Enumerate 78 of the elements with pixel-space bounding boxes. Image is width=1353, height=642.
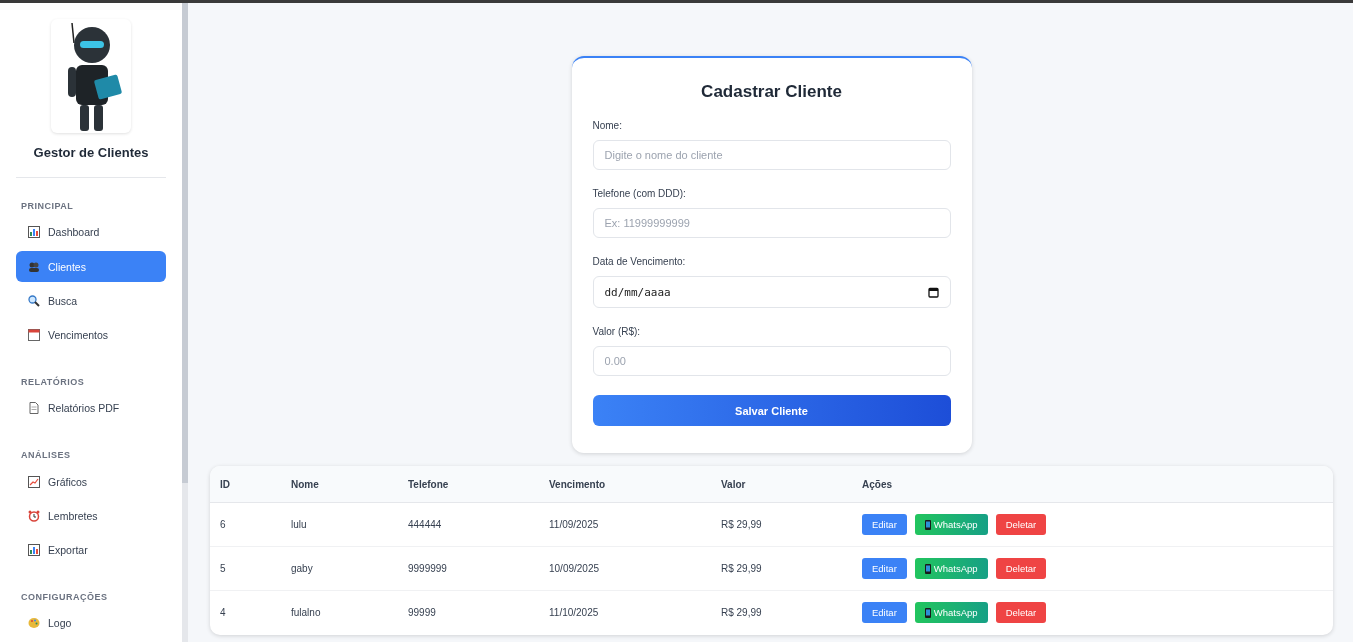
sidebar-item[interactable]: Lembretes xyxy=(16,500,166,532)
column-header: Nome xyxy=(281,466,398,503)
sidebar-item-label: Gráficos xyxy=(48,475,88,488)
bar-chart-icon xyxy=(28,544,40,557)
table-cell: gaby xyxy=(281,546,398,591)
field-label: Nome: xyxy=(592,120,623,131)
sidebar-item-label: Dashboard xyxy=(48,226,100,239)
sidebar-item[interactable]: Relatórios PDF xyxy=(16,392,166,424)
edit-button[interactable]: Editar xyxy=(862,514,907,535)
section-heading: RELATÓRIOS xyxy=(21,376,85,387)
whatsapp-button[interactable]: WhatsApp xyxy=(914,558,988,579)
whatsapp-button[interactable]: WhatsApp xyxy=(914,514,988,535)
palette-icon xyxy=(28,617,40,630)
section-heading: PRINCIPAL xyxy=(21,200,74,211)
sidebar-item-label: Logo xyxy=(48,617,72,630)
table-cell: 11/09/2025 xyxy=(539,502,711,547)
column-header: ID xyxy=(210,466,281,503)
table-cell: R$ 29,99 xyxy=(711,590,852,635)
section-heading: ANÁLISES xyxy=(21,450,71,460)
input-field[interactable]: Ex: 11999999999 xyxy=(592,208,951,238)
field-label: Telefone (com DDD): xyxy=(592,188,687,199)
table-cell: 10/09/2025 xyxy=(539,546,711,591)
people-icon xyxy=(28,260,40,273)
edit-button[interactable]: Editar xyxy=(862,558,907,579)
table-cell: R$ 29,99 xyxy=(711,546,852,591)
section-heading: CONFIGURAÇÕES xyxy=(21,591,108,602)
date-field[interactable]: dd/mm/aaaa xyxy=(592,276,951,308)
sidebar-item-label: Lembretes xyxy=(48,509,98,522)
table-cell: 6 xyxy=(210,502,281,547)
bar-chart-icon xyxy=(28,226,40,239)
line-chart-icon xyxy=(28,475,40,488)
document-icon xyxy=(28,402,40,415)
whatsapp-button[interactable]: WhatsApp xyxy=(914,602,988,623)
table-cell: 444444 xyxy=(398,502,539,547)
edit-button[interactable]: Editar xyxy=(862,602,907,623)
delete-button[interactable]: Deletar xyxy=(995,558,1047,579)
table-cell: 99999 xyxy=(398,590,539,635)
scrollbar-thumb[interactable] xyxy=(182,3,188,483)
phone-icon xyxy=(924,563,931,574)
column-header: Telefone xyxy=(398,466,539,503)
sidebar-item[interactable]: Dashboard xyxy=(16,216,166,248)
field-label: Data de Vencimento: xyxy=(592,256,687,267)
date-placeholder: dd/mm/aaaa xyxy=(604,285,671,299)
sidebar-item[interactable]: Gráficos xyxy=(16,466,166,498)
column-header: Ações xyxy=(852,466,1333,503)
app-title: Gestor de Clientes xyxy=(16,144,166,178)
table-cell: 4 xyxy=(210,590,281,635)
calendar-icon[interactable] xyxy=(927,286,939,298)
sidebar-item-label: Busca xyxy=(48,294,78,307)
table-cell: 9999999 xyxy=(398,546,539,591)
input-field[interactable]: 0.00 xyxy=(592,346,951,376)
table-cell: 5 xyxy=(210,546,281,591)
sidebar-item-label: Clientes xyxy=(48,260,86,273)
sidebar-item[interactable]: Busca xyxy=(16,285,166,317)
field-label: Valor (R$): xyxy=(592,326,642,337)
sidebar-item[interactable]: Exportar xyxy=(16,534,166,566)
table-cell: fulalno xyxy=(281,590,398,635)
save-button[interactable]: Salvar Cliente xyxy=(592,395,951,426)
column-header: Valor xyxy=(711,466,852,503)
table-cell: lulu xyxy=(281,502,398,547)
alarm-clock-icon xyxy=(28,509,40,522)
form-title: Cadastrar Cliente xyxy=(700,82,843,102)
sidebar-item[interactable]: Vencimentos xyxy=(16,319,166,351)
table-cell: R$ 29,99 xyxy=(711,502,852,547)
column-header: Vencimento xyxy=(539,466,711,503)
sidebar-item[interactable]: Clientes xyxy=(16,250,166,283)
table-cell: 11/10/2025 xyxy=(539,590,711,635)
delete-button[interactable]: Deletar xyxy=(995,602,1047,623)
search-icon xyxy=(28,294,40,307)
sidebar-item-label: Vencimentos xyxy=(48,329,109,342)
sidebar-item-label: Exportar xyxy=(48,544,88,557)
phone-icon xyxy=(924,607,931,618)
delete-button[interactable]: Deletar xyxy=(995,514,1047,535)
input-field[interactable]: Digite o nome do cliente xyxy=(592,140,951,170)
sidebar-item[interactable]: Logo xyxy=(16,607,166,640)
phone-icon xyxy=(924,519,931,530)
sidebar-item-label: Relatórios PDF xyxy=(48,402,120,415)
calendar-icon xyxy=(28,329,40,342)
